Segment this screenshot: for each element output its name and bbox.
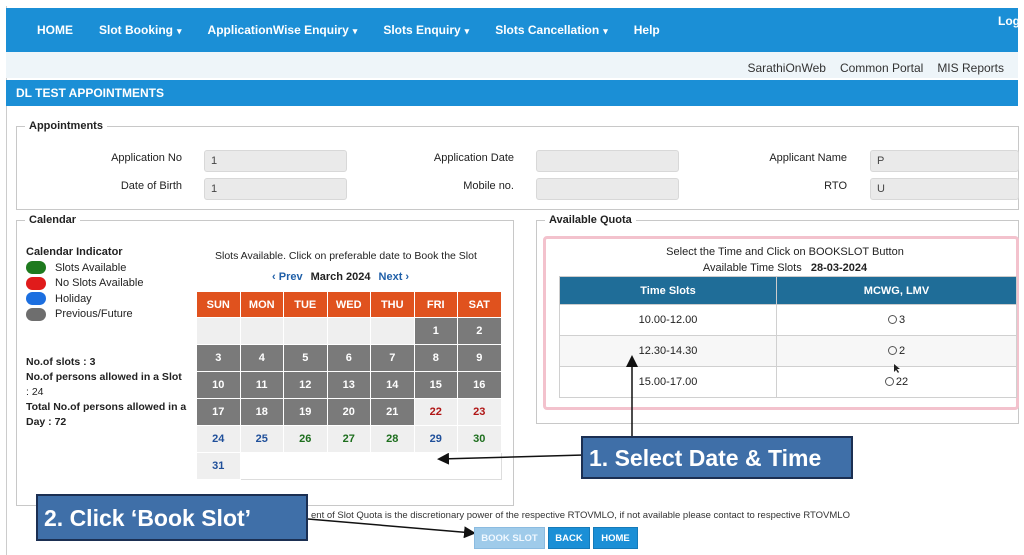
- arrow-to-book: [307, 518, 476, 539]
- cursor-icon: [894, 364, 900, 373]
- back-button[interactable]: BACK: [548, 527, 590, 549]
- quota-note: ent of Slot Quota is the discretionary p…: [311, 510, 850, 521]
- book-slot-button[interactable]: BOOK SLOT: [474, 527, 545, 549]
- select-date-callout: 1. Select Date & Time: [581, 436, 853, 479]
- book-slot-callout: 2. Click ‘Book Slot’: [36, 494, 308, 541]
- annotation-arrows: [307, 355, 900, 539]
- arrow-to-date: [437, 452, 585, 465]
- home-button[interactable]: HOME: [593, 527, 638, 549]
